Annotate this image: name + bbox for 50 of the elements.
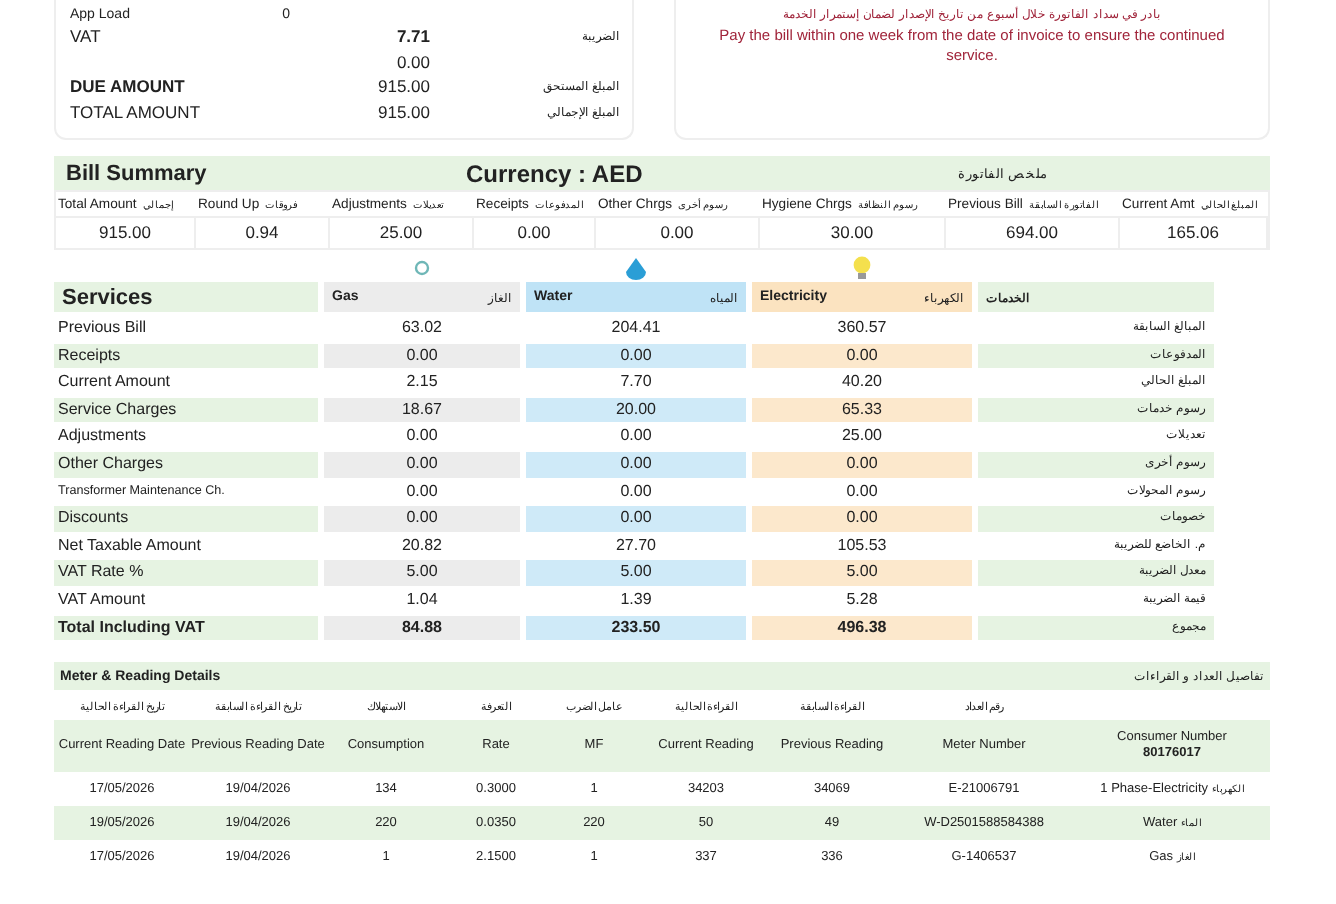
row-label: Receipts <box>54 343 318 369</box>
table-cell: 0.00 <box>324 343 520 369</box>
table-cell: 0.00 <box>324 506 520 532</box>
row-label: Net Taxable Amount <box>56 533 203 558</box>
row-label: Discounts <box>54 506 318 532</box>
currency-label: Currency : AED <box>466 159 645 187</box>
table-cell: 0.00 <box>474 216 596 248</box>
amount-label: VAT <box>70 26 103 47</box>
table-cell: 5.00 <box>324 560 520 586</box>
light-bulb-icon <box>852 256 872 280</box>
table-cell: 0.00 <box>596 216 760 248</box>
amount-value: 915.00 <box>376 76 430 97</box>
table-cell: 915.00 <box>56 216 196 248</box>
amount-label: DUE AMOUNT <box>70 76 187 97</box>
row-label: Previous Bill <box>56 316 149 340</box>
table-cell: 0.00 <box>526 506 746 532</box>
section-title: Services <box>54 282 318 312</box>
table-cell: 233.50 <box>526 615 746 641</box>
table-cell: 5.00 <box>526 560 746 586</box>
table-cell: 0.00 <box>752 343 972 369</box>
row-label: Other Charges <box>54 451 318 478</box>
amount-value: 7.71 <box>394 26 430 47</box>
table-cell: 0.00 <box>526 451 746 478</box>
row-label: Adjustments <box>56 424 149 449</box>
table-cell: 165.06 <box>1120 216 1268 248</box>
row-label: VAT Rate % <box>54 560 318 586</box>
table-cell: 25.00 <box>330 216 474 248</box>
table-cell: 496.38 <box>752 615 972 641</box>
section-title: Bill Summary <box>66 161 209 185</box>
water-drop-icon <box>624 257 648 279</box>
table-cell: 84.88 <box>324 615 520 641</box>
ring-icon <box>414 260 430 276</box>
table-cell: 30.00 <box>760 216 946 248</box>
row-label: Current Amount <box>56 370 173 395</box>
amount-value: 915.00 <box>376 101 430 122</box>
row-label: Total Including VAT <box>54 615 318 641</box>
table-cell: 0.00 <box>324 451 520 478</box>
table-cell: 5.00 <box>752 560 972 586</box>
row-label: VAT Amount <box>56 587 148 612</box>
table-cell: 0.00 <box>526 343 746 369</box>
table-cell: 20.00 <box>526 397 746 423</box>
amount-value: 0.00 <box>394 51 430 72</box>
table-cell: 0.00 <box>752 451 972 478</box>
amount-label: TOTAL AMOUNT <box>70 101 203 122</box>
table-cell: 694.00 <box>946 216 1120 248</box>
row-label: Service Charges <box>54 397 318 423</box>
table-cell: 0.94 <box>196 216 330 248</box>
table-cell: 18.67 <box>324 397 520 423</box>
table-cell: 0.00 <box>752 506 972 532</box>
table-cell: 65.33 <box>752 397 972 423</box>
